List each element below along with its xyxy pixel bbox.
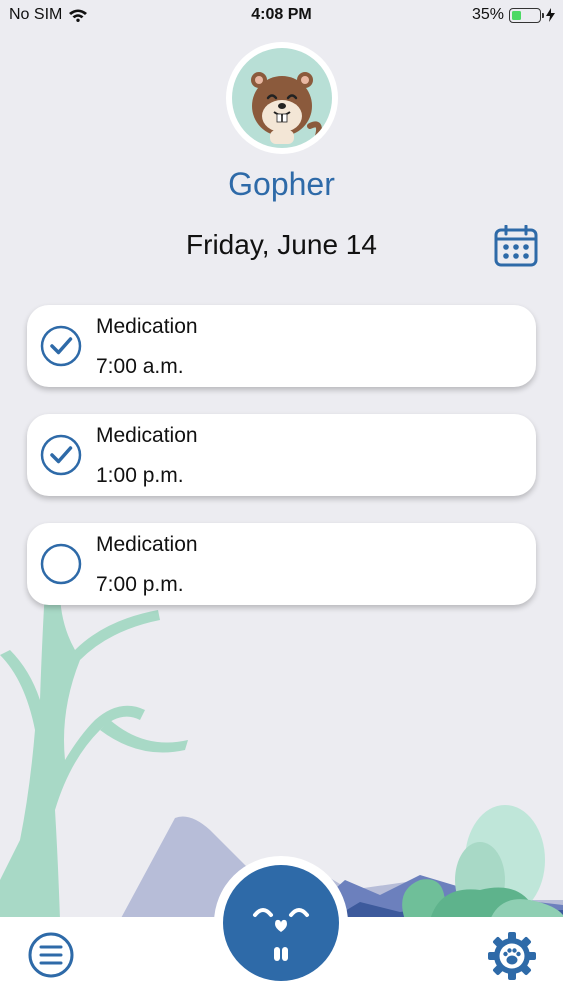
task-card[interactable]: Medication 7:00 a.m.: [27, 305, 536, 387]
hamburger-menu-icon: [28, 932, 74, 978]
gopher-avatar-icon: [251, 72, 322, 144]
battery-percent: 35%: [471, 6, 504, 23]
shrubs: [402, 805, 563, 920]
avatar[interactable]: [226, 42, 338, 154]
avatar-inner: [232, 48, 332, 148]
charging-bolt-icon: [546, 8, 555, 22]
status-right: 35%: [472, 6, 555, 24]
pet-name: Gopher: [228, 166, 335, 202]
paw-gear-icon: [488, 932, 536, 980]
menu-button[interactable]: [28, 932, 74, 978]
battery-tip: [542, 12, 544, 18]
task-title: Medication: [96, 533, 198, 556]
task-card[interactable]: Medication 7:00 p.m.: [27, 523, 536, 605]
task-time: 1:00 p.m.: [96, 464, 184, 487]
calendar-button[interactable]: [494, 224, 538, 267]
checked-circle-icon[interactable]: [40, 325, 82, 367]
task-card[interactable]: Medication 1:00 p.m.: [27, 414, 536, 496]
checked-circle-icon[interactable]: [40, 434, 82, 476]
empty-circle-icon[interactable]: [40, 543, 82, 585]
task-title: Medication: [96, 315, 198, 338]
battery-icon: [509, 7, 544, 23]
home-button[interactable]: [223, 865, 339, 981]
task-title: Medication: [96, 424, 198, 447]
status-bar: No SIM 4:08 PM 35%: [0, 0, 563, 30]
settings-button[interactable]: [486, 930, 538, 982]
gopher-face-icon: [253, 908, 309, 961]
task-time: 7:00 a.m.: [96, 355, 184, 378]
calendar-icon: [494, 224, 538, 267]
battery-fill: [512, 10, 521, 20]
home-button-ring: [214, 856, 348, 990]
task-time: 7:00 p.m.: [96, 573, 184, 596]
selected-date: Friday, June 14: [186, 229, 377, 260]
